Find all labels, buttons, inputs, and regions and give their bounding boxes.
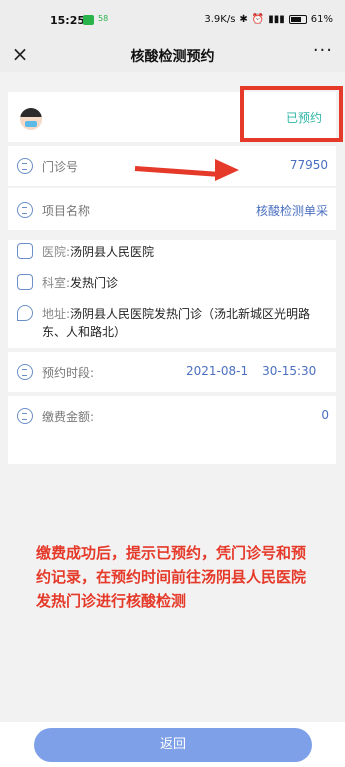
- hospital-icon: [17, 243, 33, 259]
- clinic-number-value: 77950: [289, 158, 328, 172]
- clock-icon: [17, 364, 33, 380]
- address-value: 汤阴县人民医院发热门诊（汤北新城区光明路东、人和路北）: [42, 307, 311, 339]
- nav-bar: × 核酸检测预约 ···: [0, 40, 345, 72]
- bluetooth-icon: ✱: [239, 14, 248, 25]
- signal-icon: ▮▮▮: [268, 14, 285, 25]
- department-label: 科室:: [42, 276, 71, 290]
- wechat-icon: [83, 15, 94, 25]
- item-name-row: 项目名称 核酸检测单采: [8, 190, 336, 230]
- status-badge: 已预约: [286, 111, 323, 125]
- fee-value: 0: [321, 408, 329, 422]
- alarm-icon: ⏰: [251, 14, 265, 25]
- status-time: 15:25: [50, 14, 86, 27]
- item-name-label: 项目名称: [42, 204, 91, 218]
- item-name-value: 核酸检测单采: [255, 204, 328, 218]
- fee-label: 缴费金额:: [42, 410, 95, 424]
- department-icon: [17, 274, 33, 290]
- document-icon: [17, 202, 33, 218]
- time-slot-label: 预约时段:: [42, 366, 95, 380]
- back-button[interactable]: 返回: [34, 728, 312, 762]
- network-speed: 3.9K/s: [204, 14, 236, 25]
- avatar: [20, 108, 42, 130]
- document-icon: [17, 408, 33, 424]
- hospital-value: 汤阴县人民医院: [70, 245, 155, 259]
- hospital-label: 医院:: [42, 245, 71, 259]
- department-value: 发热门诊: [70, 276, 119, 290]
- divider: [8, 230, 336, 240]
- fee-row: 缴费金额:: [8, 396, 336, 436]
- page-title: 核酸检测预约: [130, 49, 215, 65]
- battery-icon: [288, 15, 307, 24]
- clinic-number-label: 门诊号: [42, 160, 79, 174]
- document-icon: [17, 158, 33, 174]
- status-extra: 58: [98, 14, 109, 23]
- location-pin-icon: [17, 305, 33, 321]
- battery-level: 61%: [310, 14, 333, 25]
- address-label: 地址:: [42, 307, 71, 321]
- more-options-icon[interactable]: ···: [313, 40, 333, 61]
- time-slot-value: 2021-08-1 30-15:30: [186, 364, 317, 378]
- divider: [8, 186, 336, 188]
- status-right: 3.9K/s ✱ ⏰ ▮▮▮ 61%: [204, 14, 333, 25]
- annotation-arrow: [134, 157, 240, 183]
- status-bar: 15:25 58 3.9K/s ✱ ⏰ ▮▮▮ 61%: [0, 0, 345, 40]
- annotation-note: 缴费成功后，提示已预约，凭门诊号和预约记录，在预约时间前往汤阴县人民医院发热门诊…: [36, 544, 307, 610]
